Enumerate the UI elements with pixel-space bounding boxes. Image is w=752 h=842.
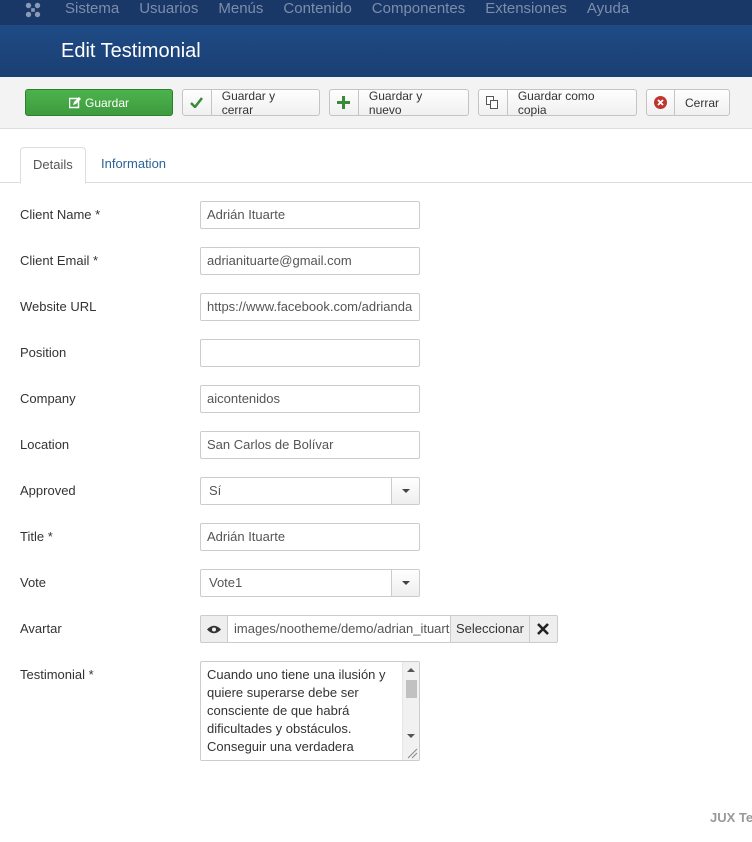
save-new-label: Guardar y nuevo bbox=[368, 88, 423, 117]
location-input[interactable]: San Carlos de Bolívar bbox=[200, 431, 420, 459]
save-copy-button[interactable]: Guardar como copia bbox=[478, 88, 637, 117]
company-input[interactable]: aicontenidos bbox=[200, 385, 420, 413]
page-header: Edit Testimonial bbox=[0, 25, 752, 77]
position-label: Position bbox=[20, 345, 67, 360]
plus-icon bbox=[330, 90, 359, 115]
save-button-label: Guardar bbox=[84, 95, 130, 110]
copy-icon bbox=[479, 90, 508, 115]
close-label: Cerrar bbox=[684, 95, 719, 110]
check-icon bbox=[183, 90, 212, 115]
toolbar: Guardar Guardar y cerrar Guardar y nuevo… bbox=[0, 77, 752, 129]
testimonial-label: Testimonial * bbox=[20, 667, 94, 682]
avatar-path-input[interactable]: images/nootheme/demo/adrian_ituarte bbox=[228, 615, 451, 643]
title-input[interactable]: Adrián Ituarte bbox=[200, 523, 420, 551]
website-url-input[interactable]: https://www.facebook.com/adrianda bbox=[200, 293, 420, 321]
save-new-button[interactable]: Guardar y nuevo bbox=[329, 88, 469, 117]
avatar-media-field: images/nootheme/demo/adrian_ituarte Sele… bbox=[200, 615, 558, 643]
menu-item-componentes[interactable]: Componentes bbox=[372, 0, 465, 20]
top-navbar: Sistema Usuarios Menús Contenido Compone… bbox=[0, 0, 752, 25]
main-menu: Sistema Usuarios Menús Contenido Compone… bbox=[65, 0, 649, 20]
client-email-input[interactable]: adrianituarte@gmail.com bbox=[200, 247, 420, 275]
client-email-row: Client Email * adrianituarte@gmail.com bbox=[0, 247, 752, 275]
save-copy-label: Guardar como copia bbox=[517, 88, 595, 117]
website-url-row: Website URL https://www.facebook.com/adr… bbox=[0, 293, 752, 321]
location-row: Location San Carlos de Bolívar bbox=[0, 431, 752, 459]
avatar-label: Avartar bbox=[20, 621, 62, 636]
chevron-down-icon[interactable] bbox=[391, 478, 419, 504]
vote-select[interactable]: Vote1 bbox=[200, 569, 420, 597]
tab-details[interactable]: Details bbox=[20, 147, 86, 184]
position-row: Position bbox=[0, 339, 752, 367]
avatar-row: Avartar images/nootheme/demo/adrian_itua… bbox=[0, 615, 752, 643]
clear-icon[interactable] bbox=[529, 615, 558, 643]
tab-information[interactable]: Information bbox=[89, 147, 178, 183]
close-button[interactable]: Cerrar bbox=[646, 89, 730, 116]
menu-item-ayuda[interactable]: Ayuda bbox=[587, 0, 629, 20]
company-label: Company bbox=[20, 391, 76, 406]
title-row: Title * Adrián Ituarte bbox=[0, 523, 752, 551]
menu-item-sistema[interactable]: Sistema bbox=[65, 0, 119, 20]
menu-item-contenido[interactable]: Contenido bbox=[283, 0, 351, 20]
save-button[interactable]: Guardar bbox=[25, 89, 173, 116]
page-title: Edit Testimonial bbox=[61, 40, 201, 62]
location-label: Location bbox=[20, 437, 70, 452]
client-name-input[interactable]: Adrián Ituarte bbox=[200, 201, 420, 229]
edit-icon bbox=[68, 96, 81, 108]
vote-label: Vote bbox=[20, 575, 47, 590]
menu-item-extensiones[interactable]: Extensiones bbox=[485, 0, 567, 20]
menu-item-usuarios[interactable]: Usuarios bbox=[139, 0, 198, 20]
client-email-label: Client Email * bbox=[20, 253, 99, 268]
tab-bar: Details Information bbox=[0, 147, 752, 184]
resize-grip-icon[interactable] bbox=[404, 745, 418, 759]
testimonial-textarea[interactable]: Cuando uno tiene una ilusión y quiere su… bbox=[200, 661, 420, 761]
scroll-down-arrow-icon[interactable] bbox=[407, 734, 415, 738]
menu-item-menus[interactable]: Menús bbox=[218, 0, 263, 20]
save-close-button[interactable]: Guardar y cerrar bbox=[182, 88, 320, 117]
footer-brand: JUX Te bbox=[710, 810, 752, 825]
testimonial-text: Cuando uno tiene una ilusión y quiere su… bbox=[207, 667, 386, 754]
eye-icon[interactable] bbox=[200, 615, 228, 643]
cancel-icon bbox=[647, 90, 675, 115]
select-image-button[interactable]: Seleccionar bbox=[451, 615, 530, 643]
chevron-down-icon[interactable] bbox=[391, 570, 419, 596]
company-row: Company aicontenidos bbox=[0, 385, 752, 413]
position-input[interactable] bbox=[200, 339, 420, 367]
vote-row: Vote Vote1 bbox=[0, 569, 752, 597]
vote-value: Vote1 bbox=[209, 575, 243, 590]
approved-row: Approved Sí bbox=[0, 477, 752, 505]
title-label: Title * bbox=[20, 529, 53, 544]
approved-label: Approved bbox=[20, 483, 76, 498]
approved-select[interactable]: Sí bbox=[200, 477, 420, 505]
client-name-row: Client Name * Adrián Ituarte bbox=[0, 201, 752, 229]
scroll-up-arrow-icon[interactable] bbox=[407, 668, 415, 672]
website-url-label: Website URL bbox=[20, 299, 97, 314]
approved-value: Sí bbox=[209, 483, 222, 498]
client-name-label: Client Name * bbox=[20, 207, 101, 222]
save-close-label: Guardar y cerrar bbox=[221, 88, 276, 117]
scroll-thumb[interactable] bbox=[406, 680, 417, 698]
joomla-logo-icon[interactable] bbox=[24, 1, 42, 19]
